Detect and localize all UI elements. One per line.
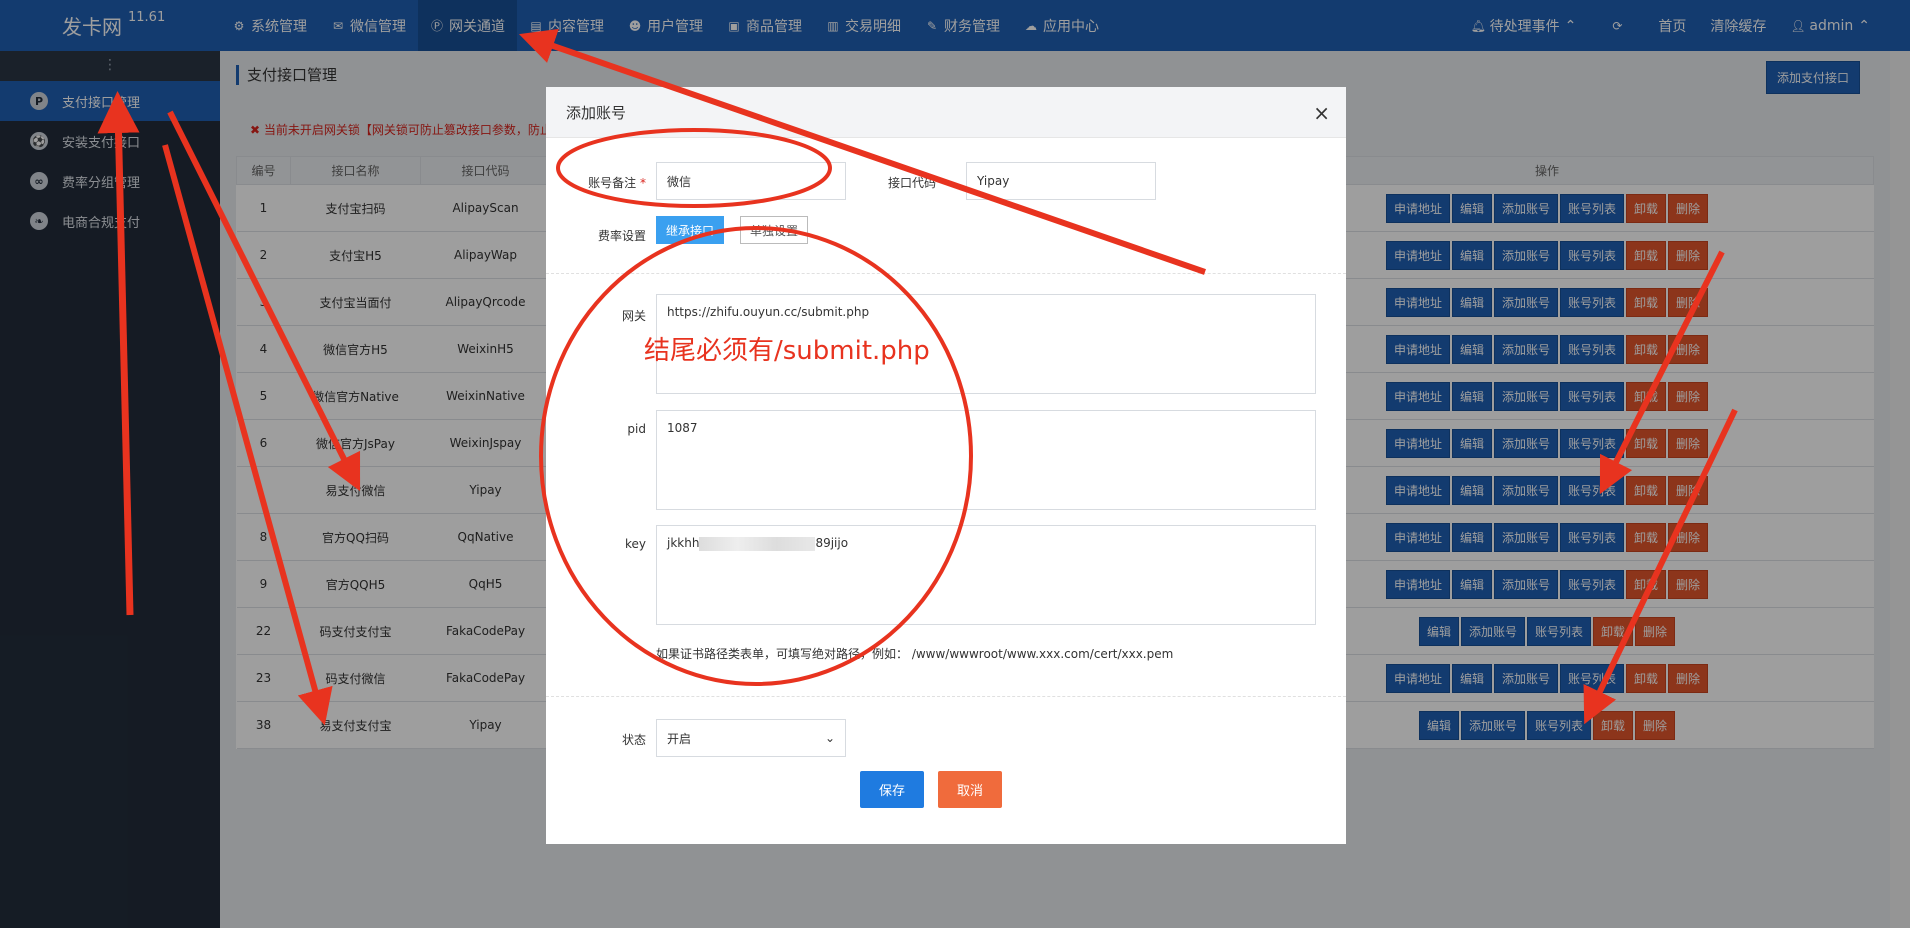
annotation-arrow (1583, 408, 1738, 725)
annotation-layer (97, 28, 1738, 726)
annotation-ellipse-fields (539, 226, 973, 686)
annotation-arrow (97, 91, 140, 616)
annotation-arrow (1599, 250, 1725, 495)
annotation-arrow (167, 110, 361, 492)
annotation-ellipse-remark (556, 128, 832, 208)
annotation-arrow (162, 144, 333, 726)
annotation-arrow (518, 28, 1206, 275)
